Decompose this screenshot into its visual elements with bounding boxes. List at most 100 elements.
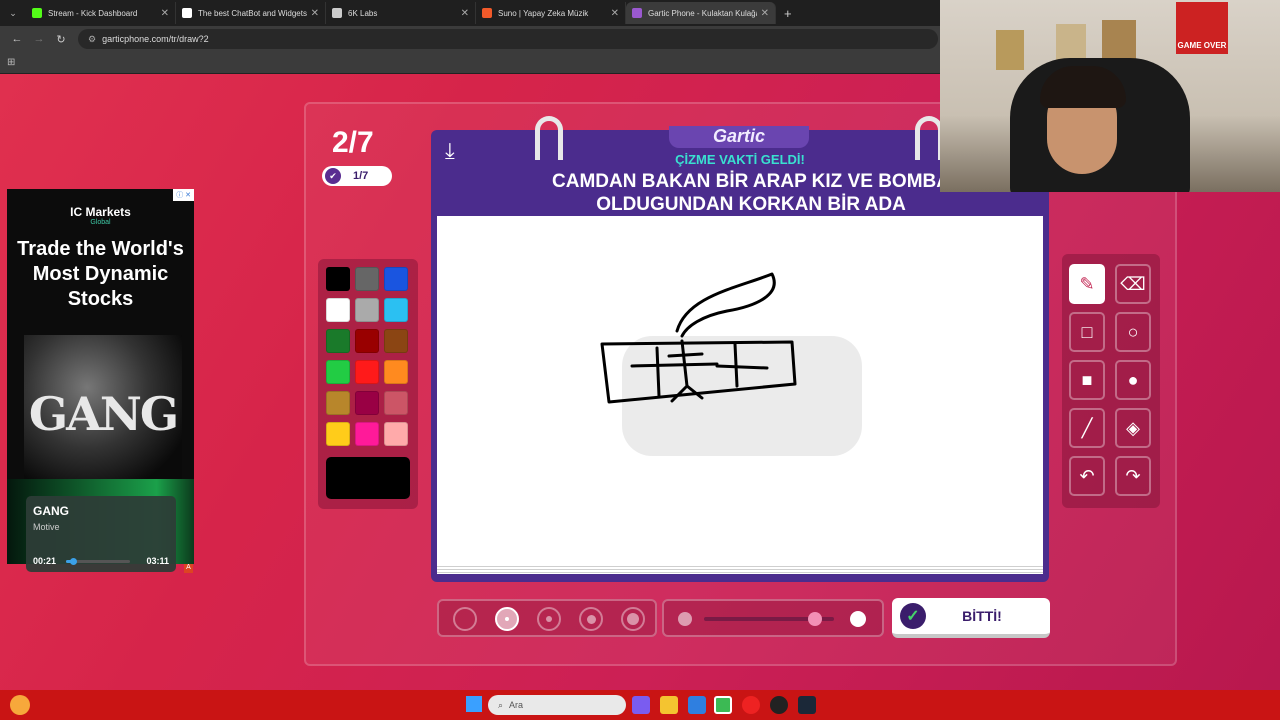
media-player-icon[interactable] [742, 696, 760, 714]
wall-poster [996, 30, 1024, 70]
start-icon[interactable] [466, 696, 482, 712]
color-swatch[interactable] [326, 422, 350, 446]
browser-tab[interactable]: Gartic Phone - Kulaktan Kulağa ✕ [626, 2, 776, 24]
color-swatch[interactable] [326, 298, 350, 322]
line-tool-icon[interactable]: ╱ [1069, 408, 1105, 448]
current-color-swatch [326, 457, 410, 499]
drawing-svg [600, 272, 862, 456]
color-swatch[interactable] [326, 329, 350, 353]
forward-icon[interactable]: → [28, 33, 50, 45]
done-button[interactable]: ✓ BİTTİ! [892, 598, 1050, 638]
browser-tab[interactable]: The best ChatBot and Widgets ✕ [176, 2, 326, 24]
opacity-slider[interactable] [662, 599, 884, 637]
brush-size-option[interactable] [537, 607, 561, 631]
color-swatch[interactable] [326, 391, 350, 415]
browser-tab[interactable]: Stream - Kick Dashboard ✕ [26, 2, 176, 24]
ellipse-fill-tool-icon[interactable]: ● [1115, 360, 1151, 400]
color-swatch[interactable] [355, 391, 379, 415]
color-swatch[interactable] [384, 391, 408, 415]
tab-favicon-icon [632, 8, 642, 18]
brush-size-dot [505, 617, 509, 621]
tool-panel: ✎ ⌫ □ ○ ■ ● ╱ ◈ ↶ ↷ [1062, 254, 1160, 508]
song-artist: Motive [33, 522, 60, 532]
reload-icon[interactable]: ↻ [50, 33, 72, 46]
copilot-icon[interactable] [632, 696, 650, 714]
song-progress-bar[interactable] [66, 558, 130, 565]
tab-close-icon[interactable]: ✕ [311, 8, 319, 19]
brush-size-option[interactable] [621, 607, 645, 631]
tab-title: Stream - Kick Dashboard [48, 8, 138, 18]
tab-favicon-icon [482, 8, 492, 18]
drawing-board: Gartic ⤓ ÇİZME VAKTİ GELDİ! CAMDAN BAKAN… [431, 116, 1049, 582]
color-swatch[interactable] [355, 267, 379, 291]
store-icon[interactable] [688, 696, 706, 714]
done-button-label: BİTTİ! [962, 608, 1002, 624]
redo-icon[interactable]: ↷ [1115, 456, 1151, 496]
ad-close-icon[interactable]: ⓘ ✕ [173, 189, 194, 201]
brush-size-option[interactable] [495, 607, 519, 631]
browser-tab[interactable]: Suno | Yapay Zeka Müzik ✕ [476, 2, 626, 24]
tab-close-icon[interactable]: ✕ [161, 8, 169, 19]
notebook-pages-edge [437, 564, 1043, 574]
chrome-icon[interactable] [714, 696, 732, 714]
back-icon[interactable]: ← [6, 33, 28, 45]
round-counter: 2/7 [332, 126, 374, 159]
browser-tab[interactable]: 6K Labs ✕ [326, 2, 476, 24]
color-swatch[interactable] [355, 360, 379, 384]
ad-badge-icon[interactable]: A [184, 564, 193, 573]
prompt-line-2: OLDUGUNDAN KORKAN BİR ADA [596, 194, 906, 215]
site-info-icon[interactable]: ⚙ [88, 34, 96, 45]
color-swatch[interactable] [384, 329, 408, 353]
rectangle-outline-tool-icon[interactable]: □ [1069, 312, 1105, 352]
tab-favicon-icon [332, 8, 342, 18]
pen-tool-icon[interactable]: ✎ [1069, 264, 1105, 304]
ellipse-outline-tool-icon[interactable]: ○ [1115, 312, 1151, 352]
tab-title: Gartic Phone - Kulaktan Kulağa [648, 8, 757, 18]
color-swatch[interactable] [384, 360, 408, 384]
elapsed-time: 00:21 [33, 556, 57, 566]
music-player[interactable]: GANG Motive 00:21 03:11 [26, 496, 176, 572]
ad-brand: IC Markets [70, 205, 131, 219]
rectangle-fill-tool-icon[interactable]: ■ [1069, 360, 1105, 400]
tab-close-icon[interactable]: ✕ [611, 8, 619, 19]
done-check-icon: ✓ [900, 603, 926, 629]
game-over-poster: GAME OVER [1176, 2, 1228, 54]
eraser-tool-icon[interactable]: ⌫ [1115, 264, 1151, 304]
fill-bucket-tool-icon[interactable]: ◈ [1115, 408, 1151, 448]
brush-size-option[interactable] [453, 607, 477, 631]
check-icon: ✔ [325, 168, 341, 184]
brush-size-dot [627, 613, 639, 625]
opacity-low-icon [678, 612, 692, 626]
opacity-high-icon [850, 611, 866, 627]
players-done-badge: ✔ 1/7 [322, 166, 392, 186]
tab-close-icon[interactable]: ✕ [461, 8, 469, 19]
drawing-canvas[interactable] [437, 216, 1043, 564]
gartic-logo: Gartic [669, 126, 809, 148]
undo-icon[interactable]: ↶ [1069, 456, 1105, 496]
color-swatch[interactable] [326, 360, 350, 384]
color-swatch[interactable] [355, 422, 379, 446]
steam-icon[interactable] [798, 696, 816, 714]
opacity-knob[interactable] [807, 612, 822, 626]
color-swatch[interactable] [384, 267, 408, 291]
color-swatch[interactable] [355, 298, 379, 322]
tab-search-icon[interactable]: ⌄ [0, 8, 26, 19]
weather-widget-icon[interactable] [10, 695, 30, 715]
apps-grid-icon[interactable]: ⊞ [7, 57, 15, 68]
brush-size-option[interactable] [579, 607, 603, 631]
song-progress-knob[interactable] [70, 558, 78, 565]
color-palette [318, 259, 418, 509]
tab-close-icon[interactable]: ✕ [761, 8, 769, 19]
taskbar-search[interactable]: ⌕ Ara [488, 695, 626, 715]
file-explorer-icon[interactable] [660, 696, 678, 714]
tab-favicon-icon [32, 8, 42, 18]
obs-icon[interactable] [770, 696, 788, 714]
color-swatch[interactable] [355, 329, 379, 353]
url-field[interactable]: ⚙ garticphone.com/tr/draw?2 [78, 29, 938, 49]
color-swatch[interactable] [384, 422, 408, 446]
ad-art-text: GANG [28, 387, 179, 441]
prompt-text: CAMDAN BAKAN BİR ARAP KIZ VE BOMBA OLDUG… [491, 170, 1011, 216]
new-tab-icon[interactable]: + [784, 6, 792, 21]
color-swatch[interactable] [326, 267, 350, 291]
color-swatch[interactable] [384, 298, 408, 322]
